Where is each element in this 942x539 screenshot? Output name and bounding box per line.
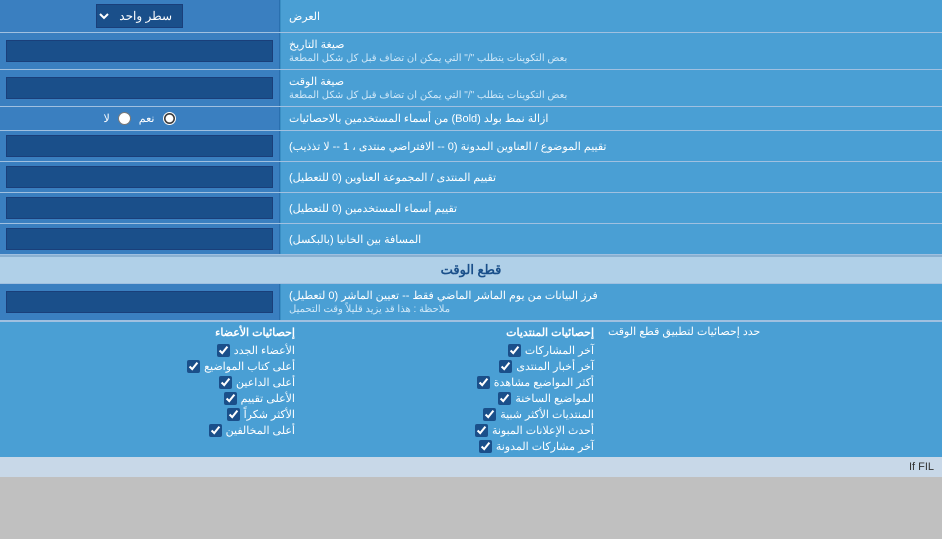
checkbox-top-writers[interactable] [187,360,200,373]
checkbox-top-rated[interactable] [224,392,237,405]
date-format-field[interactable]: d-m [6,40,273,62]
limit-label: حدد إحصائيات لتطبيق قطع الوقت [600,322,942,457]
checkbox-top-violators-label: أعلى المخالفين [226,424,295,437]
realtime-label: فرز البيانات من يوم الماشر الماضي فقط --… [280,284,942,320]
col2-header: إحصائيات المنتديات [305,326,594,339]
display-mode-label: العرض [280,0,942,32]
checkbox-item-announcements: أحدث الإعلانات المبونة [305,424,594,437]
date-format-label: صيغة التاريخ بعض التكوينات يتطلب "/" الت… [280,33,942,69]
bold-remove-radio[interactable]: نعم لا [0,107,280,130]
checkbox-top-inviters-label: أعلى الداعين [236,376,295,389]
checkbox-item-top-inviters: أعلى الداعين [6,376,295,389]
checkbox-most-viewed[interactable] [477,376,490,389]
checkbox-item-top-writers: أعلى كتاب المواضيع [6,360,295,373]
time-format-input[interactable]: H:i [0,70,280,106]
checkbox-blog-posts-label: آخر مشاركات المدونة [496,440,594,453]
usernames-input[interactable]: 0 [0,193,280,223]
checkbox-top-violators[interactable] [209,424,222,437]
checkbox-blog-posts[interactable] [479,440,492,453]
usernames-field[interactable]: 0 [6,197,273,219]
checkbox-col-members: إحصائيات الأعضاء الأعضاء الجدد أعلى كتاب… [6,326,295,453]
forum-group-input[interactable]: 33 [0,162,280,192]
bold-yes-label: نعم [139,112,155,125]
forum-titles-input[interactable]: 33 [0,131,280,161]
checkbox-item-top-violators: أعلى المخالفين [6,424,295,437]
checkbox-most-thanked-label: الأكثر شكراً [244,408,295,421]
checkbox-item-most-viewed: أكثر المواضيع مشاهدة [305,376,594,389]
checkbox-item-most-thanked: الأكثر شكراً [6,408,295,421]
checkbox-item-blog-posts: آخر مشاركات المدونة [305,440,594,453]
forum-titles-field[interactable]: 33 [6,135,273,157]
checkbox-similar-forums-label: المنتديات الأكثر شبية [500,408,594,421]
forum-group-label: تقييم المنتدى / المجموعة العناوين (0 للت… [280,162,942,192]
realtime-field[interactable]: 0 [6,291,273,313]
checkbox-similar-forums[interactable] [483,408,496,421]
checkbox-most-viewed-label: أكثر المواضيع مشاهدة [494,376,594,389]
checkbox-forum-news[interactable] [499,360,512,373]
spacing-label: المسافة بين الخانيا (بالبكسل) [280,224,942,254]
checkbox-top-rated-label: الأعلى تقييم [241,392,295,405]
checkbox-most-thanked[interactable] [227,408,240,421]
bold-remove-label: ازالة نمط بولد (Bold) من أسماء المستخدمي… [280,107,942,130]
spacing-field[interactable]: 2 [6,228,273,250]
forum-titles-label: تقييم الموضوع / العناوين المدونة (0 -- ا… [280,131,942,161]
checkbox-forum-news-label: آخر أخبار المنتدى [516,360,594,373]
checkbox-item-forum-news: آخر أخبار المنتدى [305,360,594,373]
realtime-section-header: قطع الوقت [0,255,942,284]
checkbox-item-last-posts: آخر المشاركات [305,344,594,357]
checkbox-item-top-rated: الأعلى تقييم [6,392,295,405]
bottom-label: If FIL [909,461,934,473]
usernames-label: تقييم أسماء المستخدمين (0 للتعطيل) [280,193,942,223]
display-mode-select[interactable]: سطر واحد [96,4,183,28]
checkbox-top-writers-label: أعلى كتاب المواضيع [204,360,295,373]
checkbox-hot-topics[interactable] [498,392,511,405]
time-format-field[interactable]: H:i [6,77,273,99]
checkbox-last-posts[interactable] [508,344,521,357]
checkbox-new-members[interactable] [217,344,230,357]
realtime-input[interactable]: 0 [0,284,280,320]
date-format-input[interactable]: d-m [0,33,280,69]
bold-radio-group: نعم لا [104,112,176,125]
checkbox-col-forums: إحصائيات المنتديات آخر المشاركات آخر أخب… [305,326,594,453]
bold-no-radio[interactable] [118,112,131,125]
checkbox-last-posts-label: آخر المشاركات [525,344,594,357]
col1-header: إحصائيات الأعضاء [6,326,295,339]
spacing-input[interactable]: 2 [0,224,280,254]
bold-yes-radio[interactable] [163,112,176,125]
checkbox-item-similar-forums: المنتديات الأكثر شبية [305,408,594,421]
time-format-label: صيغة الوقت بعض التكوينات يتطلب "/" التي … [280,70,942,106]
checkbox-announcements-label: أحدث الإعلانات المبونة [492,424,594,437]
checkbox-hot-topics-label: المواضيع الساخنة [515,392,594,405]
checkbox-item-hot-topics: المواضيع الساخنة [305,392,594,405]
bold-no-label: لا [104,112,110,125]
forum-group-field[interactable]: 33 [6,166,273,188]
display-mode-input[interactable]: سطر واحد [0,0,280,32]
checkbox-announcements[interactable] [475,424,488,437]
checkbox-top-inviters[interactable] [219,376,232,389]
checkbox-item-new-members: الأعضاء الجدد [6,344,295,357]
checkbox-new-members-label: الأعضاء الجدد [234,344,295,357]
